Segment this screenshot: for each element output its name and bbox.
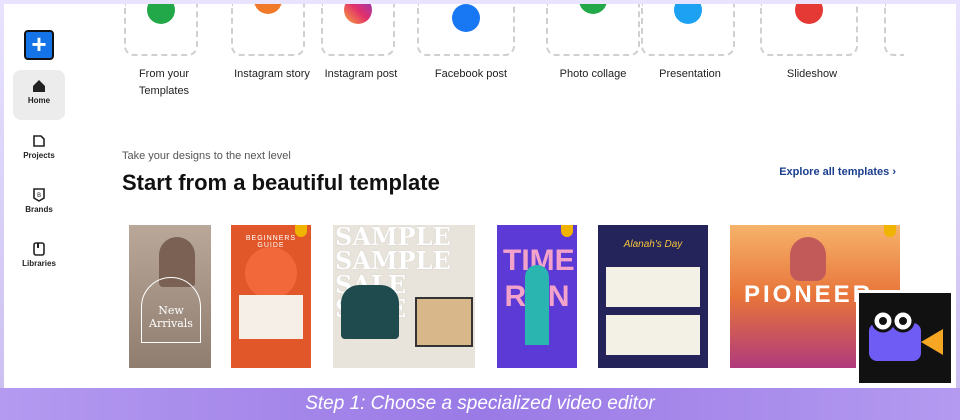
sidebar-item-label: Home [27, 96, 51, 105]
edit-icon [147, 4, 175, 24]
template-title: New Arrivals [141, 277, 201, 343]
sidebar-item-home[interactable]: Home [13, 70, 65, 120]
person-figure [525, 265, 549, 345]
template-card-new-arrivals[interactable]: New Arrivals [129, 225, 211, 368]
create-new-button[interactable]: + [24, 30, 54, 60]
presentation-icon [674, 4, 702, 24]
instagram-story-icon [254, 4, 282, 14]
quick-action-label: Instagram post [324, 68, 398, 80]
planner-box [606, 267, 700, 307]
template-card-time-run[interactable]: TIME RUN [497, 225, 577, 368]
instagram-icon [344, 4, 372, 24]
premium-crown-icon [884, 225, 896, 237]
app-window: + Home Projects B Brands Libraries From … [4, 4, 956, 388]
decorative-circle [245, 247, 297, 299]
quick-action-instagram-post[interactable] [321, 4, 395, 56]
quick-action-presentation[interactable] [641, 4, 735, 56]
section-title: Start from a beautiful template [122, 170, 440, 195]
chevron-right-icon: › [892, 166, 896, 178]
planner-box [606, 315, 700, 355]
explore-templates-link[interactable]: Explore all templates › [779, 166, 896, 178]
balloon-image [790, 237, 826, 281]
template-title: BEGINNERS GUIDE [245, 235, 297, 249]
quick-action-facebook-post[interactable] [417, 4, 515, 56]
template-title: PIONEER [744, 281, 874, 308]
sidebar-item-label: Projects [23, 151, 55, 160]
quick-actions: From your Templates Instagram story Inst… [124, 4, 904, 104]
sidebar-item-brands[interactable]: B Brands [13, 179, 65, 229]
sidebar-item-label: Libraries [22, 259, 56, 268]
template-card-beginners-guide[interactable]: BEGINNERS GUIDE [231, 225, 311, 368]
quick-action-label: Facebook post [434, 68, 508, 80]
quick-action-label: Photo collage [559, 68, 627, 80]
screenshot-frame: + Home Projects B Brands Libraries From … [0, 0, 960, 420]
premium-crown-icon [561, 225, 573, 237]
brands-icon: B [33, 188, 45, 202]
home-icon [33, 80, 45, 92]
libraries-icon [33, 242, 45, 256]
quick-action-label: Slideshow [786, 68, 838, 80]
sidebar-item-label: Brands [25, 205, 53, 214]
quick-action-slideshow[interactable] [760, 4, 858, 56]
template-title: Alanah's Day [623, 239, 683, 250]
quick-action-label: From your Templates [138, 68, 190, 97]
step-caption: Step 1: Choose a specialized video edito… [0, 388, 960, 420]
template-card-alanahs-day[interactable]: Alanah's Day [598, 225, 708, 368]
svg-text:B: B [37, 192, 41, 199]
explore-label: Explore all templates [779, 166, 890, 178]
sidebar-item-libraries[interactable]: Libraries [13, 233, 65, 283]
product-photo [239, 295, 303, 339]
facebook-icon [452, 4, 480, 32]
collage-icon [579, 4, 607, 14]
video-camera-icon [869, 309, 943, 361]
quick-action-instagram-story[interactable] [231, 4, 305, 56]
template-card-sample-sale[interactable]: SAMPLE SAMPLE SALE SALE [333, 225, 475, 368]
cabinet-image [415, 297, 473, 347]
quick-action-more[interactable] [884, 4, 904, 56]
chair-image [341, 285, 399, 339]
section-subtitle: Take your designs to the next level [122, 150, 291, 162]
sidebar-item-projects[interactable]: Projects [13, 125, 65, 175]
projects-icon [33, 135, 45, 147]
video-editor-logo [856, 290, 954, 386]
sidebar: + Home Projects B Brands Libraries [4, 4, 74, 388]
slideshow-icon [795, 4, 823, 24]
quick-action-templates[interactable] [124, 4, 198, 56]
quick-action-label: Presentation [659, 68, 721, 80]
quick-action-photo-collage[interactable] [546, 4, 640, 56]
